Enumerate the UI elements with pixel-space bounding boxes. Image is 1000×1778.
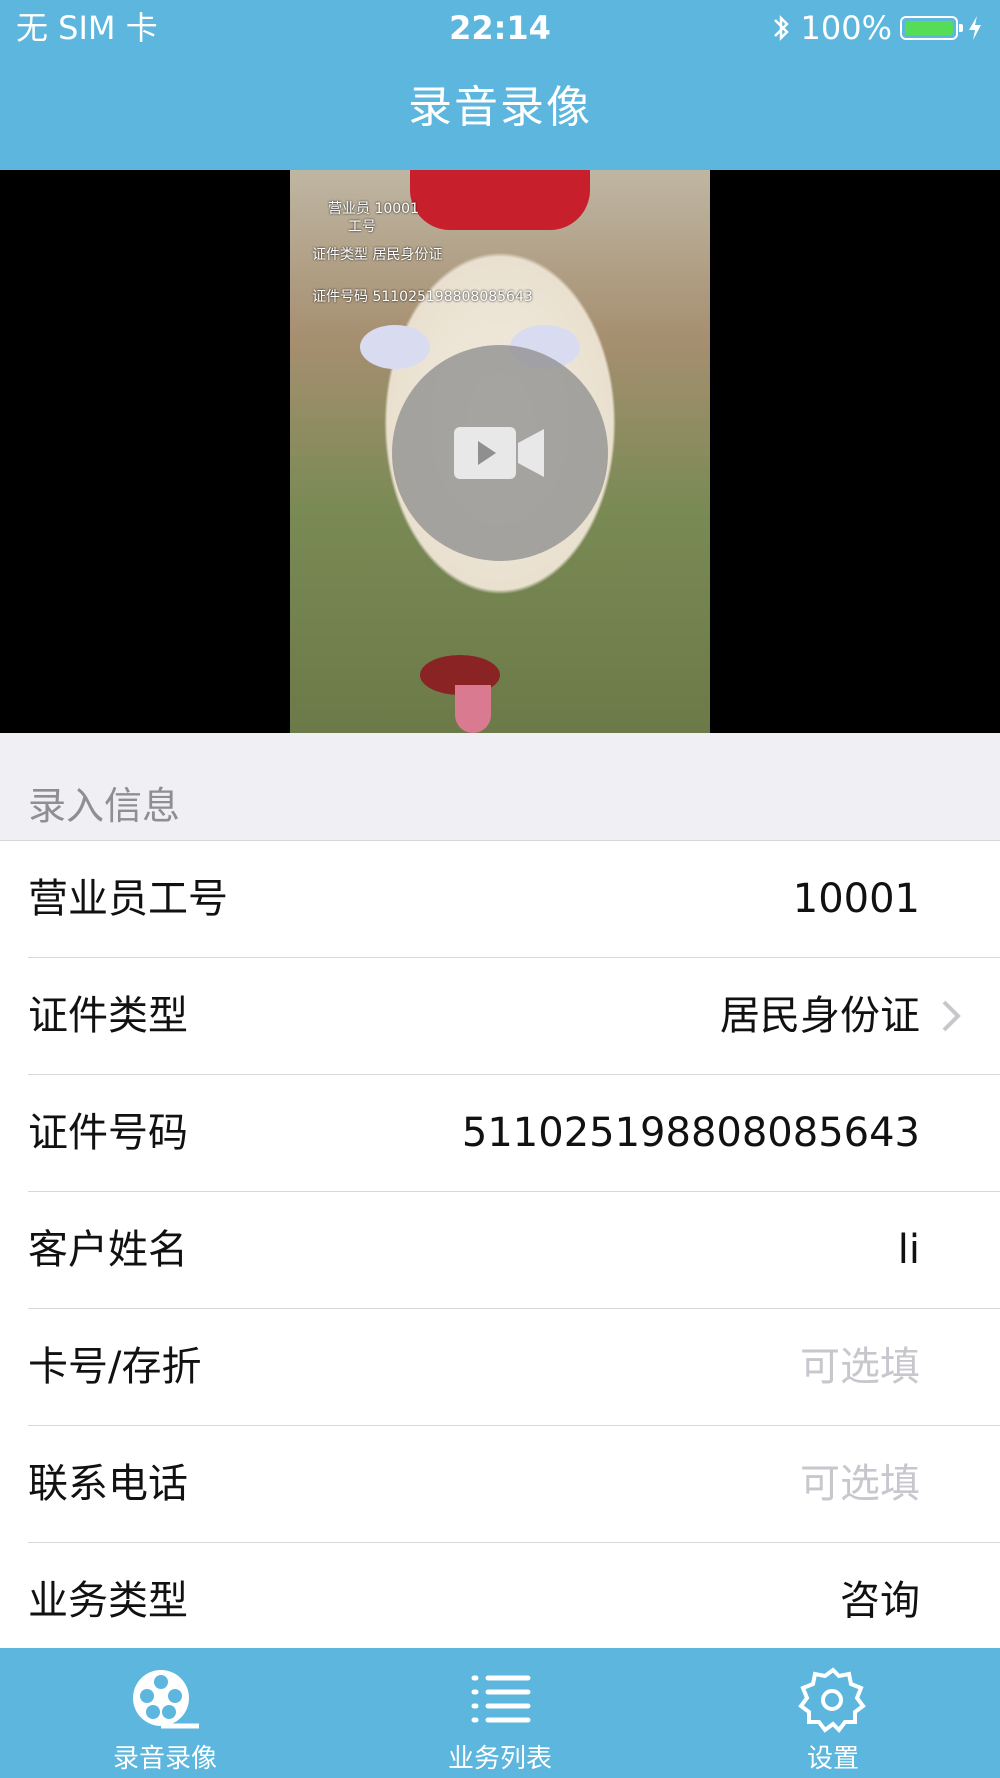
toy-tongue xyxy=(455,685,491,733)
list-icon xyxy=(471,1675,531,1723)
chevron-right-icon xyxy=(942,1000,961,1032)
film-reel-icon xyxy=(133,1670,199,1729)
tab-label: 录音录像 xyxy=(112,1744,217,1774)
employee-id-value[interactable]: 10001 xyxy=(793,841,920,958)
overlay-line: 营业员 10001 xyxy=(328,201,419,217)
business-type-value[interactable]: 咨询 xyxy=(840,1543,920,1660)
row-id-type[interactable]: 证件类型 居民身份证 xyxy=(28,958,1000,1075)
row-business-type[interactable]: 业务类型 咨询 xyxy=(28,1543,1000,1660)
toy-eye-left xyxy=(360,325,430,369)
tab-business-list[interactable]: 业务列表 xyxy=(400,1648,600,1778)
page-title: 录音录像 xyxy=(408,82,592,133)
row-label: 营业员工号 xyxy=(28,876,228,922)
section-label: 录入信息 xyxy=(28,784,181,828)
record-video-button[interactable] xyxy=(392,345,608,561)
tab-bar: 录音录像 业务列表 设置 xyxy=(0,1648,1000,1778)
phone-field[interactable]: 可选填 xyxy=(800,1426,920,1543)
id-number-field[interactable]: 511025198808085643 xyxy=(462,1075,920,1192)
tab-settings[interactable]: 设置 xyxy=(733,1648,933,1778)
row-label: 卡号/存折 xyxy=(28,1344,202,1390)
header: 无 SIM 卡 22:14 100% 录音录像 xyxy=(0,0,1000,170)
card-number-field[interactable]: 可选填 xyxy=(800,1309,920,1426)
row-label: 业务类型 xyxy=(28,1578,188,1624)
tab-record[interactable]: 录音录像 xyxy=(65,1648,265,1778)
row-card-number[interactable]: 卡号/存折 可选填 xyxy=(28,1309,1000,1426)
row-label: 证件类型 xyxy=(28,993,188,1039)
row-customer-name[interactable]: 客户姓名 li xyxy=(28,1192,1000,1309)
row-label: 证件号码 xyxy=(28,1110,188,1156)
gear-icon xyxy=(798,1667,866,1734)
battery-icon xyxy=(900,16,963,40)
customer-name-field[interactable]: li xyxy=(898,1192,920,1309)
row-employee-id[interactable]: 营业员工号 10001 xyxy=(28,841,1000,958)
bluetooth-icon xyxy=(773,14,789,42)
row-phone[interactable]: 联系电话 可选填 xyxy=(28,1426,1000,1543)
tab-label: 业务列表 xyxy=(447,1744,552,1774)
charging-icon xyxy=(969,16,981,40)
overlay-line: 证件类型 居民身份证 xyxy=(312,247,443,263)
toy-hat xyxy=(410,170,590,230)
video-preview[interactable]: 营业员 10001 工号 证件类型 居民身份证 证件号码 51102519880… xyxy=(0,170,1000,733)
video-camera-icon xyxy=(454,427,544,479)
row-id-number[interactable]: 证件号码 511025198808085643 xyxy=(28,1075,1000,1192)
overlay-line: 工号 xyxy=(348,219,376,235)
status-right: 100% xyxy=(771,8,984,48)
section-header: 录入信息 xyxy=(0,733,1000,841)
row-label: 联系电话 xyxy=(28,1461,188,1507)
row-label: 客户姓名 xyxy=(28,1227,188,1273)
overlay-line: 证件号码 511025198808085643 xyxy=(312,289,533,305)
id-type-value[interactable]: 居民身份证 xyxy=(720,958,920,1075)
tab-label: 设置 xyxy=(806,1744,859,1774)
battery-percent: 100% xyxy=(800,9,892,47)
form-list: 营业员工号 10001 证件类型 居民身份证 证件号码 511025198808… xyxy=(0,841,1000,1660)
